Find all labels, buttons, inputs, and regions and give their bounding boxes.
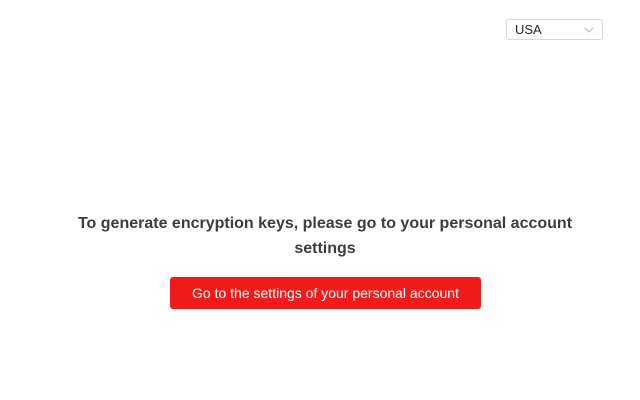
page: USA To generate encryption keys, please … [0,0,640,400]
go-to-settings-button[interactable]: Go to the settings of your personal acco… [170,277,481,309]
encryption-keys-message: To generate encryption keys, please go t… [77,215,573,257]
region-select-value: USA [515,22,542,37]
region-select[interactable]: USA [506,19,603,40]
chevron-down-icon [584,26,594,33]
